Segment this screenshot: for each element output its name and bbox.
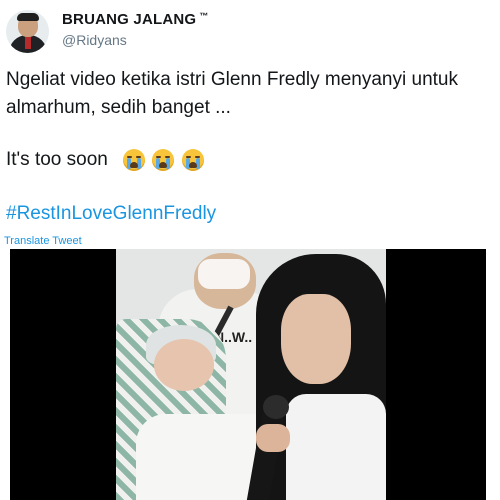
- display-name-text[interactable]: BRUANG JALANG: [62, 11, 196, 28]
- video-player[interactable]: N..W..: [10, 249, 486, 500]
- baby-face: [154, 339, 214, 391]
- tweet-text-body: Ngeliat video ketika istri Glenn Fredly …: [6, 69, 458, 118]
- display-name[interactable]: BRUANG JALANG ™: [62, 11, 208, 28]
- video-frame[interactable]: N..W..: [116, 249, 386, 500]
- tweet-text-second-line-text: It's too soon: [6, 149, 108, 171]
- face-mask: [198, 259, 250, 289]
- avatar[interactable]: [6, 10, 49, 53]
- loudly-crying-face-icon: [181, 148, 204, 171]
- emoji-group: [123, 146, 206, 174]
- trademark-symbol: ™: [199, 11, 209, 21]
- tweet-text-second-line: It's too soon: [6, 146, 494, 174]
- singer-face: [281, 294, 351, 384]
- translate-tweet-link[interactable]: Translate Tweet: [4, 235, 82, 247]
- singer-hand: [256, 424, 290, 452]
- hashtag-link[interactable]: #RestInLoveGlennFredly: [6, 203, 216, 225]
- singer-top: [286, 394, 386, 500]
- microphone-icon: [263, 395, 289, 419]
- loudly-crying-face-icon: [123, 148, 146, 171]
- tweet-header: BRUANG JALANG ™ @Ridyans: [6, 8, 494, 56]
- username-handle[interactable]: @Ridyans: [62, 32, 127, 48]
- loudly-crying-face-icon: [152, 148, 175, 171]
